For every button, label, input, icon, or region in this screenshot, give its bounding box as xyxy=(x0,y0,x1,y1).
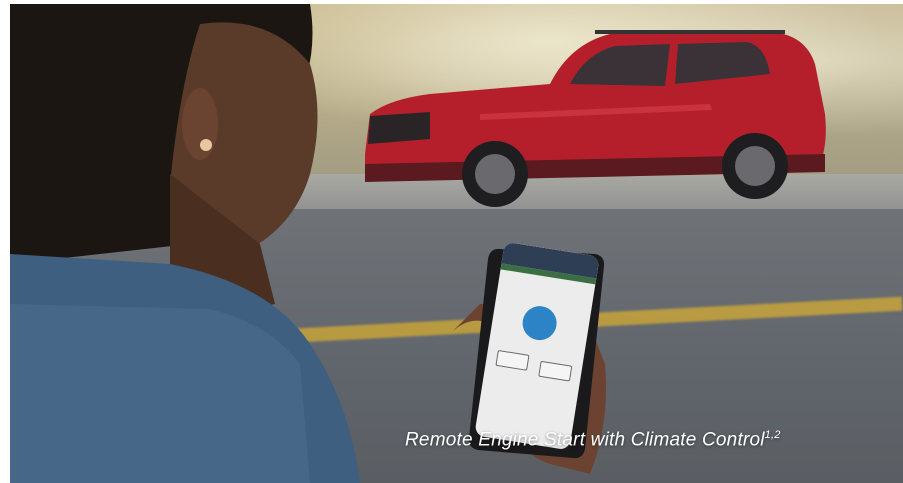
caption-text: Remote Engine Start with Climate Control xyxy=(405,429,765,451)
lock-button xyxy=(495,349,530,371)
caption: Remote Engine Start with Climate Control… xyxy=(405,429,781,451)
person-holding-phone xyxy=(10,4,606,483)
remote-start-button xyxy=(520,303,560,343)
unlock-button xyxy=(538,360,573,382)
photo-frame: Remote Engine Start with Climate Control… xyxy=(10,4,903,483)
caption-superscript: 1,2 xyxy=(764,429,781,441)
